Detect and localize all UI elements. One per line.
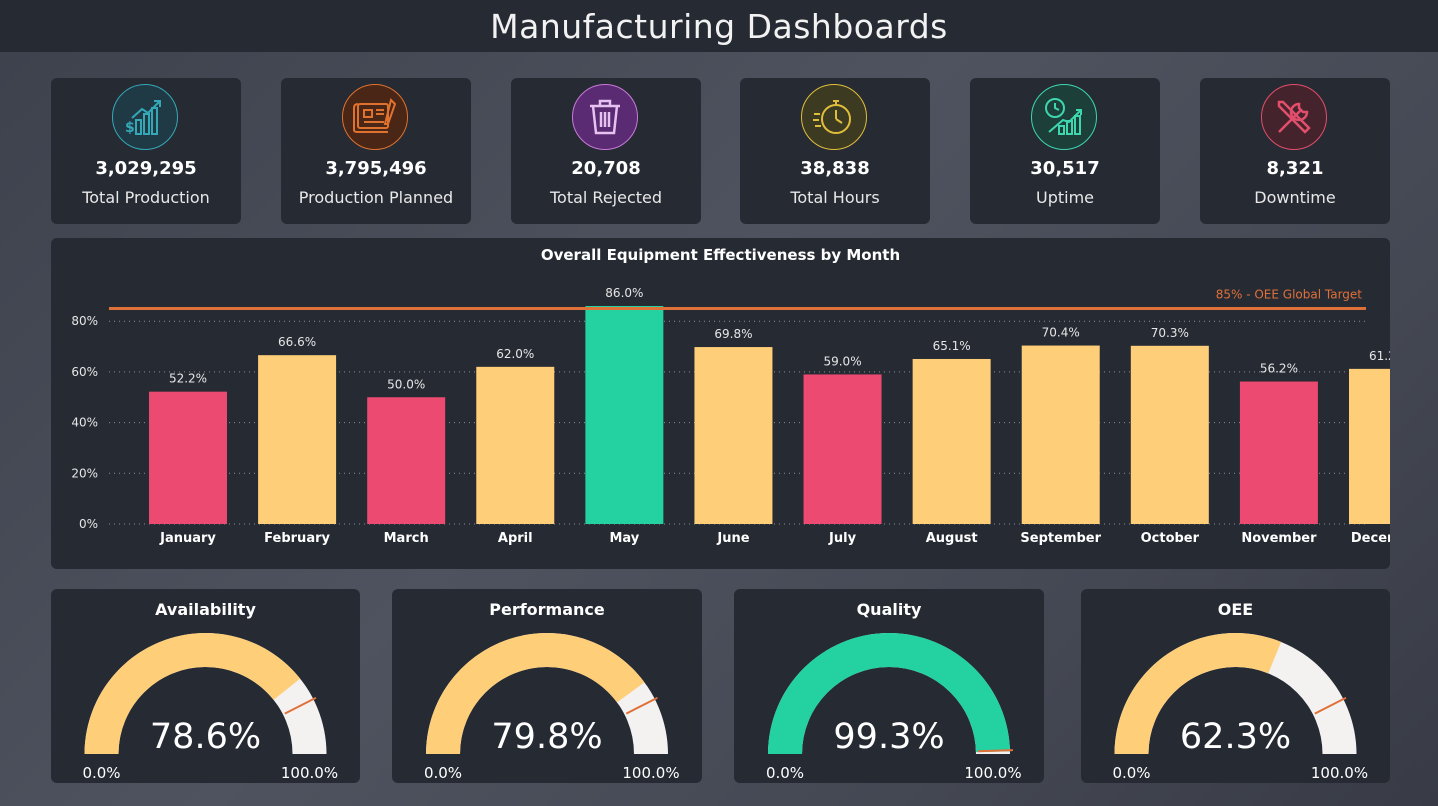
kpi-card-downtime[interactable]: 8,321 Downtime (1200, 78, 1390, 224)
data-label: 50.0% (387, 377, 425, 391)
data-label: 59.0% (823, 354, 861, 368)
kpi-card-uptime[interactable]: 30,517 Uptime (970, 78, 1160, 224)
data-label: 86.0% (605, 286, 643, 300)
data-label: 69.8% (714, 327, 752, 341)
data-label: 62.0% (496, 347, 534, 361)
bar-october (1130, 345, 1209, 524)
y-tick-label: 80% (71, 314, 98, 328)
kpi-card-total-production[interactable]: $ 3,029,295 Total Production (51, 78, 241, 224)
x-tick-label: August (926, 531, 978, 546)
gauge-max-label: 100.0% (964, 764, 1021, 782)
tools-icon (1261, 84, 1327, 150)
bar-august (912, 358, 991, 524)
x-tick-label: June (716, 531, 749, 546)
data-label: 52.2% (169, 372, 207, 386)
gauge-max-label: 100.0% (281, 764, 338, 782)
kpi-card-total-rejected[interactable]: 20,708 Total Rejected (511, 78, 701, 224)
x-tick-label: November (1241, 531, 1317, 546)
kpi-label: Uptime (1035, 188, 1094, 207)
gauge-value: 62.3% (1180, 717, 1291, 757)
kpi-value: 38,838 (800, 158, 870, 179)
data-label: 70.3% (1151, 326, 1189, 340)
kpi-label: Production Planned (298, 188, 454, 207)
data-label: 61.2% (1369, 349, 1390, 363)
gauge-min-label: 0.0% (1112, 764, 1150, 782)
kpi-value: 30,517 (1030, 158, 1100, 179)
kpi-label: Downtime (1254, 188, 1336, 207)
gauge-card-availability: Availability 78.6% 0.0% 100.0% (51, 589, 360, 783)
oee-bar-chart: 0% 20% 40% 60% 80% 52.2% January 66.6% February 5… (71, 286, 1390, 546)
kpi-card-production-planned[interactable]: 3,795,496 Production Planned (281, 78, 471, 224)
dashboard-header: Manufacturing Dashboards (0, 0, 1438, 52)
target-line-label: 85% - OEE Global Target (1216, 288, 1363, 302)
blueprint-icon (342, 84, 408, 150)
y-tick-label: 40% (71, 416, 98, 430)
gauge-max-label: 100.0% (1311, 764, 1368, 782)
kpi-value: 3,029,295 (95, 158, 197, 179)
gauge-min-label: 0.0% (766, 764, 804, 782)
bar-march (367, 397, 446, 524)
data-label: 56.2% (1260, 362, 1298, 376)
gauge-min-label: 0.0% (424, 764, 462, 782)
gauge-max-label: 100.0% (622, 764, 679, 782)
x-tick-label: December (1351, 531, 1390, 546)
x-tick-label: October (1141, 531, 1200, 546)
x-tick-label: February (264, 531, 330, 546)
y-tick-label: 20% (71, 466, 98, 480)
bar-may (585, 306, 664, 524)
stopwatch-icon (801, 84, 867, 150)
gauge-value: 78.6% (150, 717, 261, 757)
kpi-value: 8,321 (1266, 158, 1324, 179)
x-tick-label: July (828, 531, 857, 546)
bar-december (1349, 368, 1390, 524)
y-tick-label: 0% (79, 517, 98, 531)
trash-icon (572, 84, 638, 150)
gauge-card-quality: Quality 99.3% 0.0% 100.0% (734, 589, 1044, 783)
gauge-card-oee: OEE 62.3% 0.0% 100.0% (1081, 589, 1390, 783)
revenue-chart-icon: $ (112, 84, 178, 150)
bar-july (803, 374, 882, 524)
gauge-card-performance: Performance 79.8% 0.0% 100.0% (392, 589, 702, 783)
svg-text:$: $ (125, 120, 135, 136)
oee-gauge: 62.3% 0.0% 100.0% (1112, 633, 1368, 782)
page-title: Manufacturing Dashboards (490, 6, 948, 46)
bar-january (149, 391, 227, 524)
gauge-value: 79.8% (491, 717, 602, 757)
bar-november (1239, 381, 1318, 524)
x-tick-label: May (609, 531, 639, 546)
bar-september (1021, 345, 1100, 524)
data-label: 65.1% (933, 339, 971, 353)
kpi-label: Total Production (82, 188, 210, 207)
bar-april (476, 366, 555, 524)
x-tick-label: September (1020, 531, 1101, 546)
kpi-value: 20,708 (571, 158, 641, 179)
quality-gauge: 99.3% 0.0% 100.0% (766, 633, 1022, 782)
kpi-label: Total Rejected (549, 188, 663, 207)
data-label: 70.4% (1042, 326, 1080, 340)
kpi-value: 3,795,496 (325, 158, 427, 179)
x-tick-label: March (384, 531, 429, 546)
availability-gauge: 78.6% 0.0% 100.0% (82, 633, 338, 782)
clock-growth-icon (1031, 84, 1097, 150)
gauge-value: 99.3% (833, 717, 944, 757)
gauge-min-label: 0.0% (82, 764, 120, 782)
bar-june (694, 347, 773, 524)
x-tick-label: April (498, 531, 533, 546)
x-tick-label: January (159, 531, 216, 546)
performance-gauge: 79.8% 0.0% 100.0% (424, 633, 680, 782)
bar-february (258, 355, 337, 524)
gauge-target-marker (977, 749, 1013, 753)
data-label: 66.6% (278, 335, 316, 349)
oee-by-month-chart-card: Overall Equipment Effectiveness by Month… (51, 238, 1390, 569)
kpi-label: Total Hours (790, 188, 880, 207)
kpi-card-total-hours[interactable]: 38,838 Total Hours (740, 78, 930, 224)
y-tick-label: 60% (71, 365, 98, 379)
